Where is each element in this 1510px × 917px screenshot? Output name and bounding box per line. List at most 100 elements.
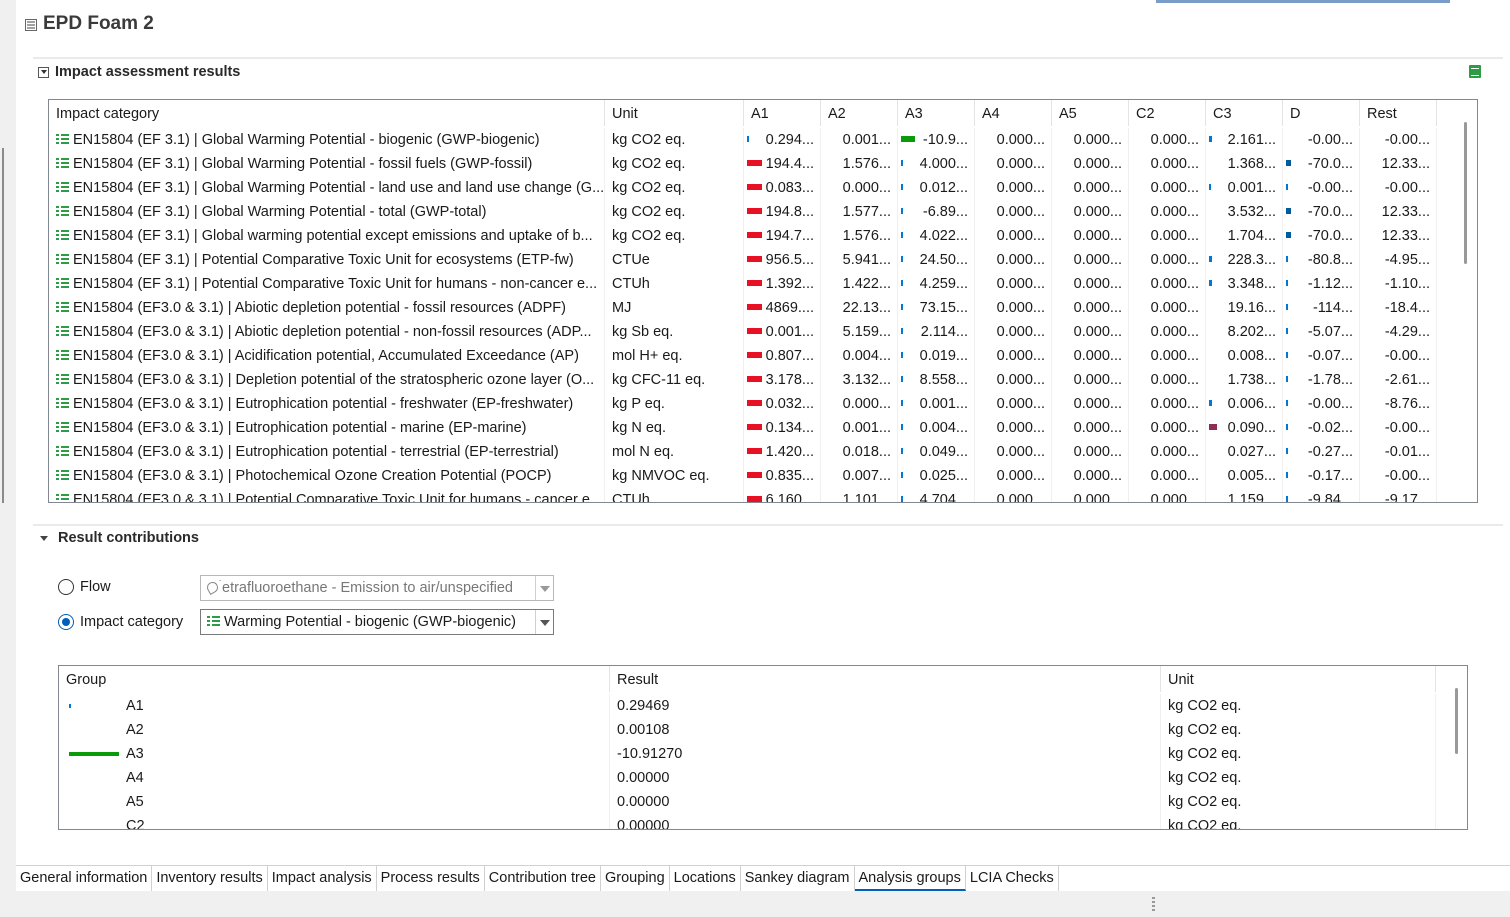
- cell-c2: 0.000...: [1129, 416, 1206, 440]
- table-row[interactable]: EN15804 (EF 3.1) | Potential Comparative…: [49, 248, 1477, 272]
- tab-contribution-tree[interactable]: Contribution tree: [485, 866, 601, 891]
- cell-value: 0.000...: [996, 156, 1045, 172]
- tab-analysis-groups[interactable]: Analysis groups: [854, 866, 966, 891]
- cell-rest: -2.61...: [1360, 368, 1437, 392]
- table-row[interactable]: A2 0.00108 kg CO2 eq.: [59, 718, 1467, 742]
- table-row[interactable]: EN15804 (EF3.0 & 3.1) | Eutrophication p…: [49, 440, 1477, 464]
- table-row[interactable]: A4 0.00000 kg CO2 eq.: [59, 766, 1467, 790]
- cell-value: 4.000...: [919, 156, 968, 172]
- cell-a5: 0.000...: [1052, 392, 1129, 416]
- table-row[interactable]: EN15804 (EF3.0 & 3.1) | Photochemical Oz…: [49, 464, 1477, 488]
- table-row[interactable]: C2 0.00000 kg CO2 eq.: [59, 814, 1467, 829]
- column-header[interactable]: C2: [1129, 100, 1206, 126]
- column-header[interactable]: Group: [59, 666, 610, 692]
- table-row[interactable]: A1 0.29469 kg CO2 eq.: [59, 694, 1467, 718]
- cell-category: EN15804 (EF 3.1) | Global Warming Potent…: [49, 128, 605, 152]
- column-header[interactable]: A2: [821, 100, 898, 126]
- table-row[interactable]: EN15804 (EF3.0 & 3.1) | Potential Compar…: [49, 488, 1477, 502]
- impact-category-icon: [56, 493, 69, 502]
- tab-grouping[interactable]: Grouping: [601, 866, 670, 891]
- table-row[interactable]: A5 0.00000 kg CO2 eq.: [59, 790, 1467, 814]
- export-excel-icon[interactable]: [1469, 65, 1481, 78]
- impact-radio-option[interactable]: Impact category: [58, 614, 183, 630]
- column-header[interactable]: Result: [610, 666, 1161, 692]
- column-header[interactable]: C3: [1206, 100, 1283, 126]
- table-row[interactable]: EN15804 (EF 3.1) | Global Warming Potent…: [49, 200, 1477, 224]
- contributions-table[interactable]: Group Result Unit A1 0.29469 kg CO2 eq. A2 0.0…: [58, 665, 1468, 830]
- impact-category-icon: [56, 181, 69, 194]
- impact-radio-label: Impact category: [80, 614, 184, 630]
- tab-impact-analysis[interactable]: Impact analysis: [268, 866, 377, 891]
- tab-lcia-checks[interactable]: LCIA Checks: [966, 866, 1059, 891]
- table-row[interactable]: A3 -10.91270 kg CO2 eq.: [59, 742, 1467, 766]
- contrib-table-scrollbar[interactable]: [1455, 688, 1458, 754]
- dropdown-arrow-icon[interactable]: [535, 610, 553, 634]
- table-row[interactable]: EN15804 (EF3.0 & 3.1) | Eutrophication p…: [49, 392, 1477, 416]
- cell-value: 0.008...: [1227, 348, 1276, 364]
- impact-category-name: EN15804 (EF 3.1) | Potential Comparative…: [73, 252, 574, 268]
- table-row[interactable]: EN15804 (EF3.0 & 3.1) | Depletion potent…: [49, 368, 1477, 392]
- contribution-bar: [1209, 424, 1217, 430]
- table-row[interactable]: EN15804 (EF 3.1) | Potential Comparative…: [49, 272, 1477, 296]
- tab-process-results[interactable]: Process results: [377, 866, 485, 891]
- cell-d: -0.00...: [1283, 392, 1360, 416]
- cell-value: 0.000...: [996, 396, 1045, 412]
- column-header[interactable]: A5: [1052, 100, 1129, 126]
- impact-results-table[interactable]: Impact category Unit A1 A2 A3 A4 A5 C2 C3 D Rest E…: [48, 99, 1478, 503]
- contribution-bar: [1286, 160, 1291, 166]
- column-header[interactable]: Impact category: [49, 100, 605, 126]
- table-row[interactable]: EN15804 (EF3.0 & 3.1) | Eutrophication p…: [49, 416, 1477, 440]
- cell-value: -8.76...: [1384, 396, 1430, 412]
- column-header[interactable]: Unit: [605, 100, 744, 126]
- cell-c2: 0.000...: [1129, 368, 1206, 392]
- cell-value: 1.392...: [765, 276, 814, 292]
- tab-general-information[interactable]: General information: [16, 866, 153, 891]
- tab-inventory-results[interactable]: Inventory results: [152, 866, 268, 891]
- impact-radio[interactable]: [58, 614, 74, 630]
- cell-value: 0.001...: [765, 324, 814, 340]
- cell-value: 0.001...: [1227, 180, 1276, 196]
- table-row[interactable]: EN15804 (EF 3.1) | Global Warming Potent…: [49, 176, 1477, 200]
- cell-unit: kg N eq.: [605, 416, 744, 440]
- flow-radio[interactable]: [58, 579, 74, 595]
- column-header[interactable]: A4: [975, 100, 1052, 126]
- chevron-down-icon[interactable]: [40, 535, 48, 541]
- cell-unit: CTUh: [605, 488, 744, 502]
- table-row[interactable]: EN15804 (EF3.0 & 3.1) | Abiotic depletio…: [49, 320, 1477, 344]
- table-row[interactable]: EN15804 (EF3.0 & 3.1) | Abiotic depletio…: [49, 296, 1477, 320]
- table-row[interactable]: EN15804 (EF 3.1) | Global warming potent…: [49, 224, 1477, 248]
- cell-category: EN15804 (EF3.0 & 3.1) | Photochemical Oz…: [49, 464, 605, 488]
- impact-category-icon: [56, 421, 69, 434]
- cell-rest: -0.00...: [1360, 464, 1437, 488]
- cell-value: -1.12...: [1307, 276, 1353, 292]
- column-header[interactable]: D: [1283, 100, 1360, 126]
- contrib-section-header[interactable]: Result contributions: [36, 530, 199, 546]
- cell-a3: 0.012...: [898, 176, 975, 200]
- column-header[interactable]: A3: [898, 100, 975, 126]
- section-divider: [33, 524, 1503, 526]
- cell-unit: kg CO2 eq.: [1161, 814, 1436, 829]
- flow-select[interactable]: ́etrafluoroethane - Emission to air/unsp…: [200, 575, 554, 601]
- flow-radio-option[interactable]: Flow: [58, 579, 111, 595]
- table-row[interactable]: EN15804 (EF3.0 & 3.1) | Acidification po…: [49, 344, 1477, 368]
- impact-category-select[interactable]: Warming Potential - biogenic (GWP-biogen…: [200, 609, 554, 635]
- table-row[interactable]: EN15804 (EF 3.1) | Global Warming Potent…: [49, 152, 1477, 176]
- cell-c3: 0.006...: [1206, 392, 1283, 416]
- cell-value: 1.576...: [842, 228, 891, 244]
- cell-value: -80.8...: [1307, 252, 1353, 268]
- impact-category-icon: [56, 157, 69, 170]
- column-header[interactable]: Unit: [1161, 666, 1436, 692]
- column-header[interactable]: Rest: [1360, 100, 1437, 126]
- impact-section-header[interactable]: Impact assessment results: [38, 64, 240, 80]
- contribution-bar: [747, 448, 762, 454]
- cell-value: kg CO2 eq.: [612, 180, 686, 196]
- table-row[interactable]: EN15804 (EF 3.1) | Global Warming Potent…: [49, 128, 1477, 152]
- tab-locations[interactable]: Locations: [670, 866, 741, 891]
- column-header[interactable]: A1: [744, 100, 821, 126]
- impact-table-scrollbar[interactable]: [1464, 122, 1467, 264]
- cell-value: 0.004...: [919, 420, 968, 436]
- dropdown-arrow-icon[interactable]: [535, 576, 553, 600]
- collapse-icon[interactable]: [38, 66, 49, 78]
- cell-a3: 0.019...: [898, 344, 975, 368]
- tab-sankey-diagram[interactable]: Sankey diagram: [741, 866, 855, 891]
